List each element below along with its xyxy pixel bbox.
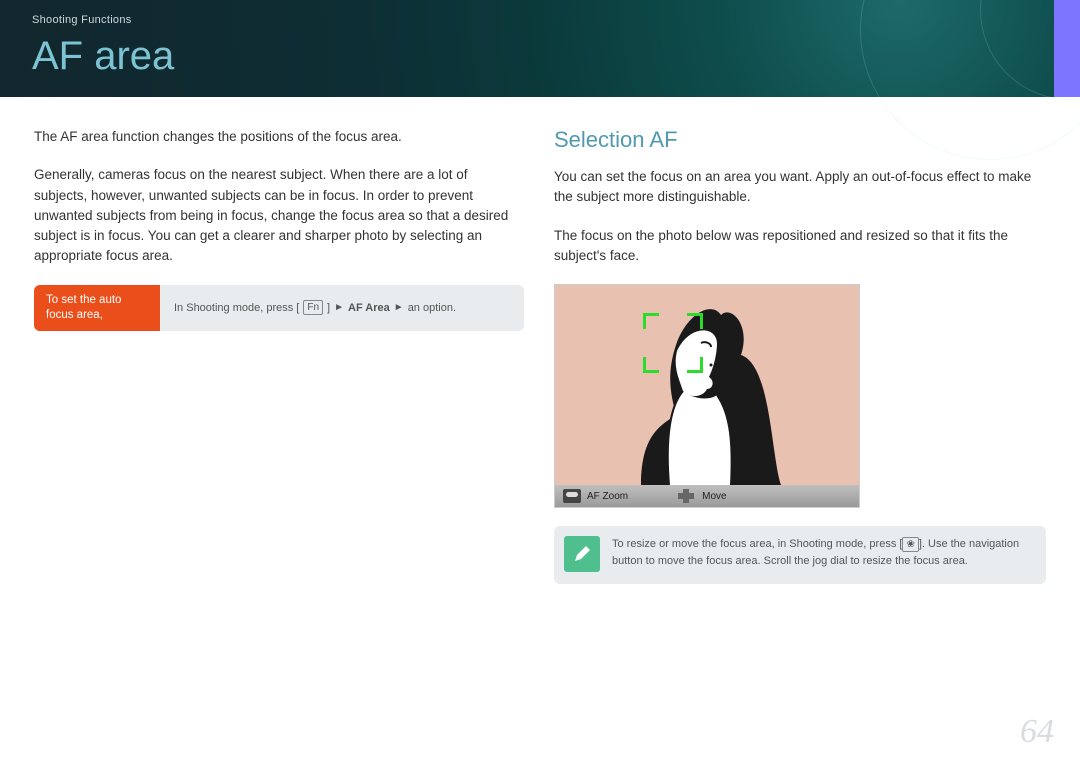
instruction-callout: To set the auto focus area, In Shooting …: [34, 285, 524, 331]
right-column: Selection AF You can set the focus on an…: [554, 127, 1046, 584]
dpad-icon: [678, 489, 696, 503]
instruction-prefix: In Shooting mode, press [: [174, 302, 299, 314]
jog-dial-icon: [563, 489, 581, 503]
page-number: 64: [1020, 713, 1054, 751]
page-content: The AF area function changes the positio…: [0, 97, 1080, 584]
selection-p2: The focus on the photo below was reposit…: [554, 226, 1046, 267]
page-title: AF area: [32, 34, 1080, 79]
instruction-mid: ]: [327, 302, 330, 314]
af-zoom-label: AF Zoom: [587, 491, 628, 502]
description-paragraph: Generally, cameras focus on the nearest …: [34, 165, 524, 266]
page-header: Shooting Functions AF area: [0, 0, 1080, 97]
viewfinder-statusbar: AF Zoom Move: [555, 485, 859, 507]
pen-note-icon: [564, 536, 600, 572]
manual-page: Shooting Functions AF area The AF area f…: [0, 0, 1080, 765]
instruction-suffix: an option.: [408, 302, 456, 314]
note-text-1: To resize or move the focus area, in Sho…: [612, 538, 902, 550]
instruction-label: To set the auto focus area,: [34, 285, 160, 331]
note-callout: To resize or move the focus area, in Sho…: [554, 526, 1046, 584]
af-focus-box: [643, 313, 703, 373]
arrow-icon: ►: [394, 302, 404, 313]
instruction-body: In Shooting mode, press [ Fn] ► AF Area ►…: [160, 285, 470, 331]
intro-paragraph: The AF area function changes the positio…: [34, 127, 524, 147]
viewfinder-image: [555, 285, 859, 485]
menu-key-icon: ❀: [902, 537, 918, 552]
viewfinder-preview: AF Zoom Move: [554, 284, 860, 508]
fn-key-icon: Fn: [303, 300, 323, 315]
arrow-icon: ►: [334, 302, 344, 313]
af-area-label: AF Area: [348, 302, 390, 314]
breadcrumb: Shooting Functions: [32, 14, 1080, 26]
section-heading: Selection AF: [554, 127, 1046, 153]
section-tab-indicator: [1054, 0, 1080, 97]
note-text: To resize or move the focus area, in Sho…: [612, 536, 1032, 569]
left-column: The AF area function changes the positio…: [34, 127, 524, 584]
move-label: Move: [702, 491, 726, 502]
selection-p1: You can set the focus on an area you wan…: [554, 167, 1046, 208]
